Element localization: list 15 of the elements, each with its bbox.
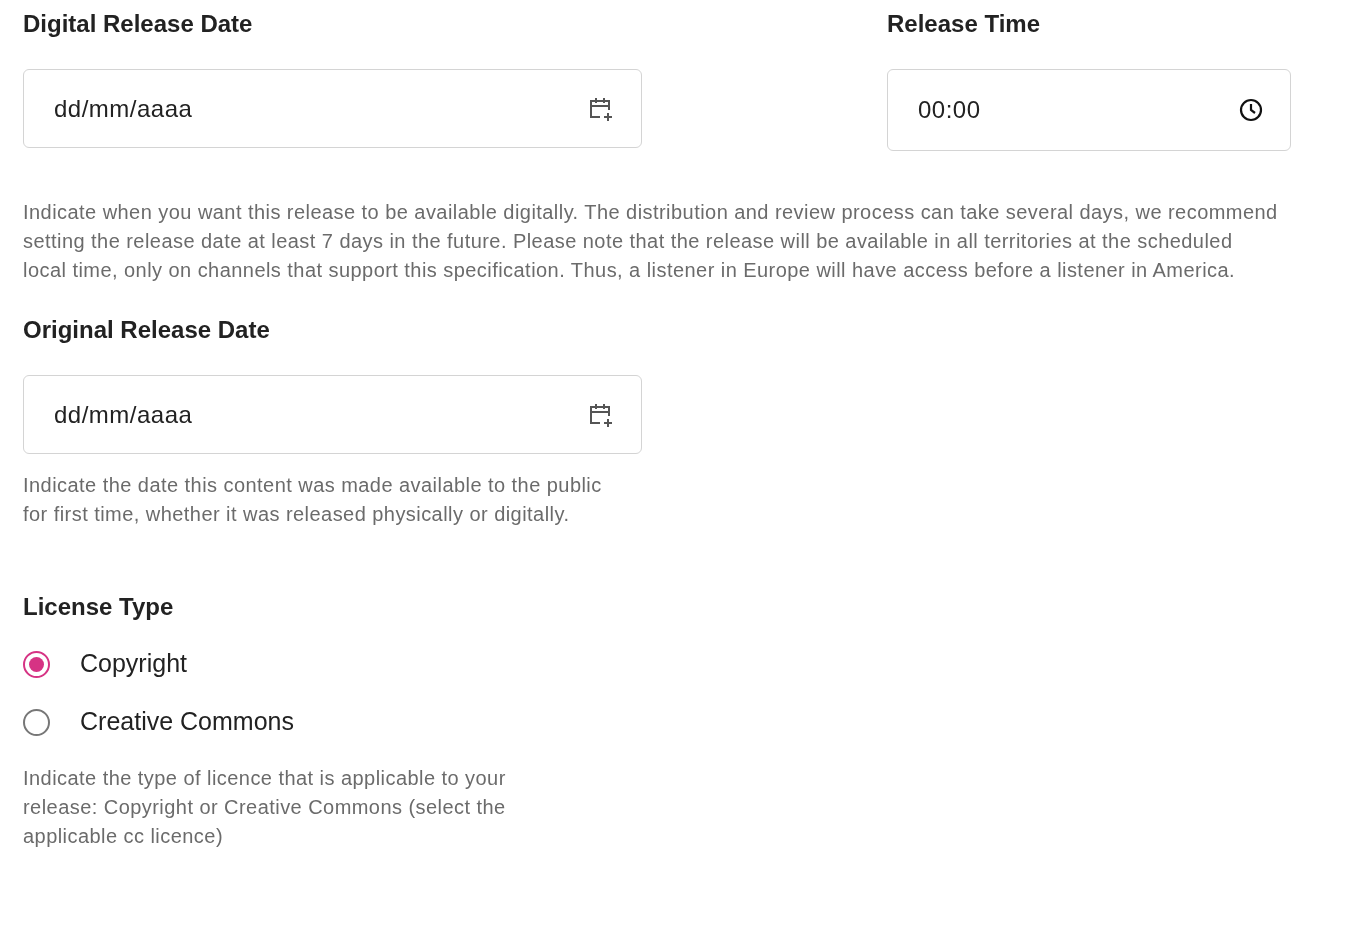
help-text: Indicate the type of licence that is applicable to your release: Copyright or Creative Commons (select the applicable cc licence) xyxy=(23,766,507,849)
help-text: Indicate the date this content was made available to the public for first time, whether it was released physically or digitally. xyxy=(23,473,603,527)
field-label: License Type xyxy=(23,592,175,622)
field-label: Release Time xyxy=(887,9,1041,39)
clock-icon[interactable] xyxy=(1239,98,1263,122)
help-text: Indicate when you want this release to be available digitally. The distribution and review process can take several days, we recommend setting the release date at least 7 days in the future. Please note that the release will be available in all territories at the scheduled local time, only on channels that support this specification. Thus, a listener in Europe will have access before a listener in America. xyxy=(23,200,1278,283)
input-field[interactable]: dd/mm/aaaa xyxy=(23,69,642,148)
radio-button[interactable] xyxy=(23,708,50,736)
radio-option[interactable]: Creative Commons xyxy=(23,706,1362,738)
radio-button[interactable] xyxy=(23,650,50,678)
field-label: Digital Release Date xyxy=(23,9,254,39)
radio-option[interactable]: Copyright xyxy=(23,648,1362,680)
field-label: Original Release Date xyxy=(23,315,271,345)
input-field[interactable]: dd/mm/aaaa xyxy=(23,375,642,454)
input-field[interactable]: 00:00 xyxy=(887,69,1291,151)
